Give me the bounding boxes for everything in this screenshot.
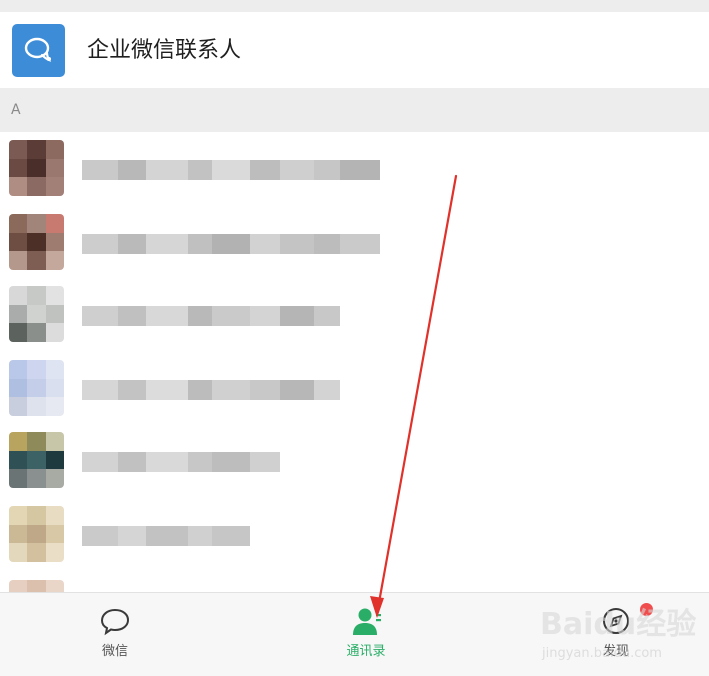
wecom-contacts-entry[interactable]: 企业微信联系人 (0, 12, 709, 88)
contact-row[interactable] (0, 206, 709, 278)
contacts-person-icon (353, 608, 381, 635)
new-content-badge (640, 603, 653, 616)
contact-row[interactable] (0, 572, 709, 592)
contact-name-redacted (82, 306, 340, 326)
contact-row[interactable] (0, 424, 709, 496)
contact-row[interactable] (0, 278, 709, 350)
contact-name-redacted (82, 160, 380, 180)
contact-row[interactable] (0, 352, 709, 424)
contact-row[interactable] (0, 498, 709, 570)
contact-avatar (9, 580, 64, 592)
section-index-header: A (0, 88, 709, 132)
wecom-chat-icon (12, 24, 65, 77)
contact-avatar (9, 214, 64, 270)
contact-name-redacted (82, 234, 380, 254)
discover-compass-icon (603, 608, 629, 634)
tab-contacts[interactable]: 通讯录 (306, 593, 426, 676)
contact-avatar (9, 432, 64, 488)
bottom-tab-bar: 微信 通讯录 发现 (0, 592, 709, 676)
contact-row[interactable] (0, 132, 709, 204)
wecom-contacts-label: 企业微信联系人 (87, 38, 242, 63)
tab-chats[interactable]: 微信 (55, 593, 175, 676)
contact-name-redacted (82, 526, 250, 546)
contact-avatar (9, 286, 64, 342)
top-strip (0, 0, 709, 12)
contact-list (0, 132, 709, 592)
contact-avatar (9, 360, 64, 416)
tab-chats-label: 微信 (101, 644, 128, 659)
contact-name-redacted (82, 380, 340, 400)
contact-name-redacted (82, 452, 280, 472)
tab-discover-label: 发现 (602, 644, 629, 659)
contact-avatar (9, 140, 64, 196)
section-index-letter: A (11, 102, 21, 118)
contact-avatar (9, 506, 64, 562)
tab-contacts-label: 通讯录 (346, 644, 386, 659)
tab-discover[interactable]: 发现 (556, 593, 676, 676)
chat-bubble-icon (100, 608, 130, 636)
